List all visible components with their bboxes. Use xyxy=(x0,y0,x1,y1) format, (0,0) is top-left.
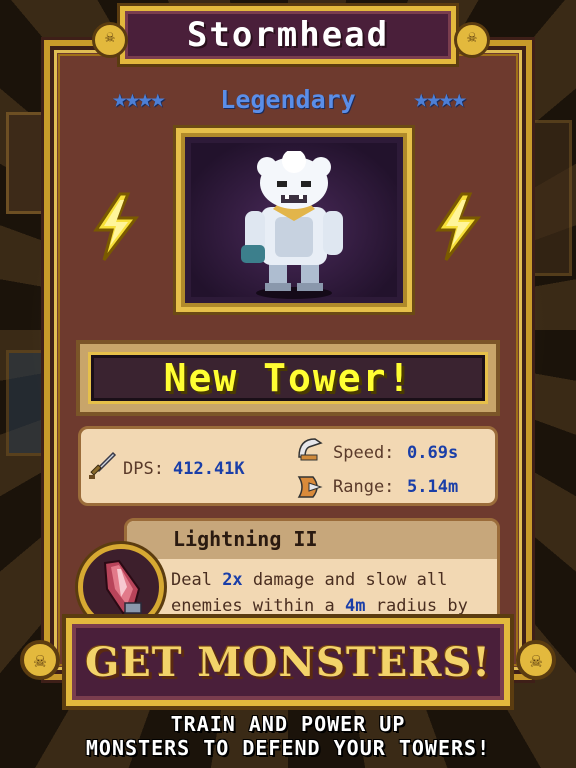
range-value: 5.14m xyxy=(407,477,459,497)
get-monsters-headline: GET MONSTERS! xyxy=(85,638,491,686)
rarity-row: ★★★★ Legendary ★★★★ xyxy=(112,82,467,116)
range-icon xyxy=(297,476,323,498)
skull-ornament-icon: ☠ xyxy=(516,640,556,680)
tagline-line-1: TRAIN AND POWER UP xyxy=(170,712,406,736)
rarity-stars-right-icon: ★★★★ xyxy=(413,84,467,114)
speed-value: 0.69s xyxy=(407,443,459,463)
ability-description: Deal 2x damage and slow all enemies with… xyxy=(171,570,468,616)
tagline-line-2: MONSTERS TO DEFEND YOUR TOWERS! xyxy=(85,736,491,760)
yeti-monster-icon xyxy=(241,151,343,299)
crystal-claw-icon xyxy=(103,559,142,615)
skull-ornament-icon: ☠ xyxy=(454,22,490,58)
lightning-bolt-icon xyxy=(435,192,482,261)
get-monsters-plaque: GET MONSTERS! xyxy=(66,618,510,706)
stats-box: DPS: 412.41K Speed: 0.69s Range: 5.14m xyxy=(78,426,498,506)
skull-ornament-icon: ☠ xyxy=(92,22,128,58)
new-tower-label: New Tower! xyxy=(163,356,413,400)
ability-title: Lightning II xyxy=(173,527,318,551)
background-card-right xyxy=(526,120,572,276)
speed-label: Speed: xyxy=(333,443,395,463)
title-plaque: Stormhead xyxy=(120,6,456,64)
new-tower-banner: New Tower! xyxy=(76,340,500,416)
range-label: Range: xyxy=(333,477,395,497)
speed-icon xyxy=(298,438,323,461)
sword-icon xyxy=(89,451,117,479)
ability-card: Lightning II Deal 2x damage and slow all… xyxy=(124,518,500,630)
rarity-label: Legendary xyxy=(220,84,356,114)
skull-ornament-icon: ☠ xyxy=(20,640,60,680)
dps-label: DPS: xyxy=(123,459,164,479)
monster-name: Stormhead xyxy=(186,15,390,55)
rarity-stars-left-icon: ★★★★ xyxy=(112,84,166,114)
dps-value: 412.41K xyxy=(173,459,245,479)
lightning-bolt-icon xyxy=(93,192,140,261)
monster-portrait xyxy=(176,128,412,312)
